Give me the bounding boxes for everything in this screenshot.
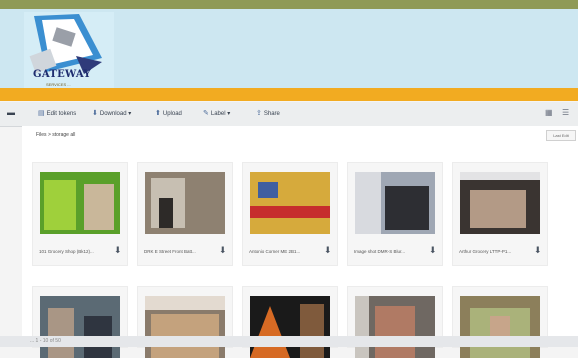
download-icon[interactable]: ⬇ xyxy=(219,245,227,256)
image-card[interactable]: Arthur Grocery LTTP-P1... ⬇ xyxy=(452,162,548,266)
file-browser: Files > storage all Last Edit 101 Grocer… xyxy=(22,126,578,358)
breadcrumb[interactable]: Files > storage all xyxy=(36,132,75,138)
top-strip xyxy=(0,0,578,9)
logo-tagline: SERVICES ... xyxy=(46,82,71,87)
toolbar-download[interactable]: ⬇ Download ▾ xyxy=(92,109,131,120)
download-icon[interactable]: ⬇ xyxy=(114,245,122,256)
sort-button[interactable]: Last Edit xyxy=(546,130,576,141)
image-card[interactable]: Antonio Corner ME 2B1... ⬇ xyxy=(242,162,338,266)
toolbar-upload[interactable]: ⬆ Upload xyxy=(155,109,182,120)
pagination-text: ... 1 - 10 of 50 xyxy=(30,338,61,344)
download-icon[interactable]: ⬇ xyxy=(429,245,437,256)
download-icon: ⬇ xyxy=(92,110,98,117)
image-card[interactable]: Image shot DMR-S Blur... ⬇ xyxy=(347,162,443,266)
image-thumbnail[interactable] xyxy=(250,172,330,234)
image-thumbnail[interactable] xyxy=(250,296,330,358)
grid-view-icon[interactable]: ▦ xyxy=(545,108,553,117)
tag-icon: ✎ xyxy=(203,110,209,117)
image-thumbnail[interactable] xyxy=(355,296,435,358)
download-icon[interactable]: ⬇ xyxy=(324,245,332,256)
logo-text: GATEWAY xyxy=(33,69,91,80)
image-thumbnail[interactable] xyxy=(145,296,225,358)
image-caption[interactable]: Antonio Corner ME 2B1... xyxy=(249,249,321,254)
image-card[interactable]: DRK E Street Front Batt... ⬇ xyxy=(137,162,233,266)
image-card[interactable]: 101 Grocery Shop (Bk12)... ⬇ xyxy=(32,162,128,266)
collapse-icon[interactable]: ▬ xyxy=(7,108,15,119)
status-bar: ... 1 - 10 of 50 xyxy=(0,336,578,347)
upload-icon: ⬆ xyxy=(155,110,161,117)
image-caption[interactable]: DRK E Street Front Batt... xyxy=(144,249,216,254)
image-thumbnail[interactable] xyxy=(40,296,120,358)
toolbar: ▬ ▤ Edit tokens ⬇ Download ▾ ⬆ Upload ✎ Labe… xyxy=(0,102,578,127)
edit-icon: ▤ xyxy=(38,110,45,117)
orange-band xyxy=(0,88,578,101)
list-view-icon[interactable]: ☰ xyxy=(562,108,569,117)
share-icon: ⇪ xyxy=(256,110,262,117)
header-banner: GATEWAY SERVICES ... xyxy=(0,9,578,94)
toolbar-label[interactable]: ✎ Label ▾ xyxy=(203,109,230,120)
download-icon[interactable]: ⬇ xyxy=(534,245,542,256)
image-caption[interactable]: Image shot DMR-S Blur... xyxy=(354,249,426,254)
image-caption[interactable]: Arthur Grocery LTTP-P1... xyxy=(459,249,531,254)
toolbar-edit-tokens[interactable]: ▤ Edit tokens xyxy=(38,109,76,120)
toolbar-share[interactable]: ⇪ Share xyxy=(256,109,280,120)
image-caption[interactable]: 101 Grocery Shop (Bk12)... xyxy=(39,249,111,254)
image-thumbnail[interactable] xyxy=(40,172,120,234)
image-thumbnail[interactable] xyxy=(460,296,540,358)
image-thumbnail[interactable] xyxy=(460,172,540,234)
image-thumbnail[interactable] xyxy=(145,172,225,234)
image-thumbnail[interactable] xyxy=(355,172,435,234)
